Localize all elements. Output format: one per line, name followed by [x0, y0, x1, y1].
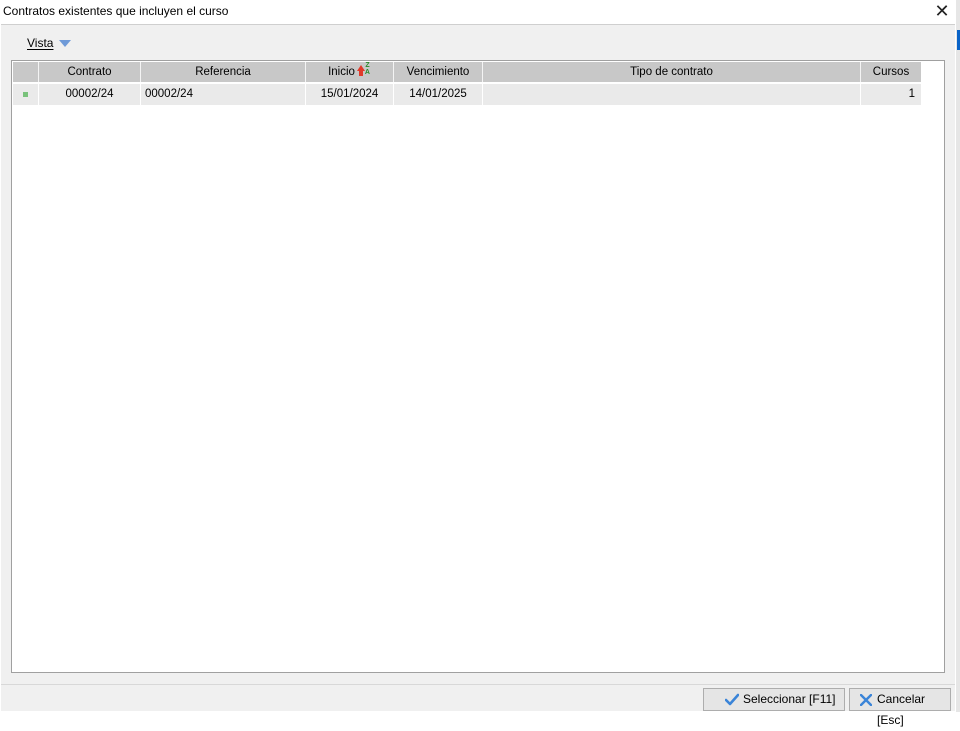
column-header-indicator[interactable] — [13, 62, 39, 82]
x-cross-icon — [860, 694, 872, 706]
cell-inicio: 15/01/2024 — [306, 84, 394, 105]
table-row[interactable]: 00002/24 00002/24 15/01/2024 14/01/2025 … — [13, 84, 921, 105]
column-header-inicio-label: Inicio — [328, 66, 355, 78]
cell-contrato: 00002/24 — [39, 84, 141, 105]
cancel-button[interactable]: Cancelar [Esc] — [849, 688, 951, 727]
contracts-grid[interactable]: Contrato Referencia Inicio Z A Vencimiento… — [11, 60, 945, 673]
status-marker-icon — [23, 92, 28, 97]
sort-desc-icon: ZA — [356, 62, 371, 77]
checkmark-icon — [725, 693, 739, 706]
column-header-cursos[interactable]: Cursos — [861, 62, 921, 82]
vista-menu[interactable]: Vista — [27, 36, 71, 50]
cell-cursos: 1 — [861, 84, 921, 105]
column-header-tipo[interactable]: Tipo de contrato — [483, 62, 861, 82]
column-header-inicio[interactable]: Inicio Z A — [306, 62, 394, 82]
column-header-vencimiento[interactable]: Vencimiento — [394, 62, 483, 82]
window-title: Contratos existentes que incluyen el cur… — [3, 4, 229, 18]
cell-referencia: 00002/24 — [141, 84, 306, 105]
chevron-down-icon — [59, 40, 71, 47]
select-button-label: Seleccionar [F11] — [743, 692, 836, 706]
button-bar: Seleccionar [F11] Cancelar [Esc] — [1, 684, 955, 727]
cancel-button-label: Cancelar [Esc] — [877, 692, 926, 727]
dialog-body: Vista Contrato Referencia Inicio Z A Venci… — [1, 24, 955, 727]
background-window-edge — [956, 0, 960, 712]
cell-vencimiento: 14/01/2025 — [394, 84, 483, 105]
close-icon[interactable]: ✕ — [930, 2, 954, 22]
column-header-referencia[interactable]: Referencia — [141, 62, 306, 82]
title-bar: Contratos existentes que incluyen el cur… — [0, 0, 956, 24]
vista-label: Vista — [27, 36, 54, 50]
column-header-contrato[interactable]: Contrato — [39, 62, 141, 82]
select-button[interactable]: Seleccionar [F11] — [703, 688, 845, 711]
row-indicator-cell — [13, 84, 39, 105]
cell-tipo — [483, 84, 861, 105]
